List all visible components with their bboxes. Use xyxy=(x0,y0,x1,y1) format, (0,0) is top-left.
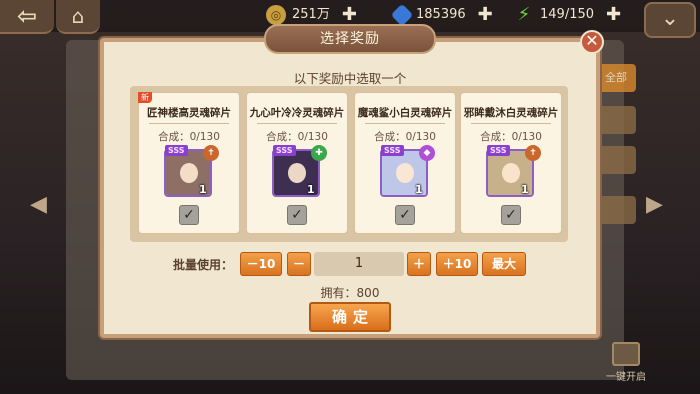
select-checkbox[interactable]: ✓ xyxy=(501,205,521,225)
energy-resource: ⚡ 149/150 ✚ xyxy=(514,4,621,26)
back-button[interactable]: ⇦ xyxy=(0,0,54,34)
diamond-icon xyxy=(390,3,414,27)
dialog-subtitle: 以下奖励中选取一个 xyxy=(293,71,407,86)
divider xyxy=(257,123,337,124)
fragment-count: 1 xyxy=(307,183,315,196)
rarity-badge: SSS xyxy=(165,145,188,156)
reward-card[interactable]: 魔魂鲨小白灵魂碎片 合成：0/130 SSS ◆ 1 ✓ xyxy=(354,92,456,234)
new-tag: 新 xyxy=(138,92,152,103)
fragment-count: 1 xyxy=(415,183,423,196)
quantity-input[interactable]: 1 xyxy=(314,252,404,276)
side-tab[interactable] xyxy=(596,196,636,224)
class-badge-icon: ◆ xyxy=(419,145,435,161)
side-tab[interactable] xyxy=(596,146,636,174)
plus-10-button[interactable]: ＋10 xyxy=(436,252,478,276)
home-icon: ⌂ xyxy=(71,4,85,28)
owned-count: 拥有：800 xyxy=(320,286,380,300)
gem-amount: 185396 xyxy=(416,7,466,22)
back-arrow-icon: ⇦ xyxy=(16,2,38,30)
card-name: 匠神楼高灵魂碎片 xyxy=(147,107,231,119)
card-progress: 合成：0/130 xyxy=(266,131,328,143)
add-gems-button[interactable]: ✚ xyxy=(478,4,493,26)
gold-coin-icon: ◎ xyxy=(266,5,286,25)
reward-card[interactable]: 新 匠神楼高灵魂碎片 合成：0/130 SSS ✝ 1 ✓ xyxy=(138,92,240,234)
confirm-button[interactable]: 确定 xyxy=(309,302,391,332)
gold-resource: ◎ 251万 ✚ xyxy=(266,4,357,26)
dialog-title: 选择奖励 xyxy=(264,24,436,54)
select-checkbox[interactable]: ✓ xyxy=(179,205,199,225)
side-tab[interactable] xyxy=(596,106,636,134)
class-badge-icon: ✝ xyxy=(203,145,219,161)
card-name: 魔魂鲨小白灵魂碎片 xyxy=(357,107,453,119)
rarity-badge: SSS xyxy=(487,145,510,156)
plus-button[interactable]: ＋ xyxy=(407,252,431,276)
energy-amount: 149/150 xyxy=(540,7,595,22)
divider xyxy=(149,123,229,124)
select-checkbox[interactable]: ✓ xyxy=(287,205,307,225)
close-icon: ✕ xyxy=(585,31,599,50)
batch-use-label: 批量使用： xyxy=(173,258,234,272)
max-button[interactable]: 最大 xyxy=(482,252,526,276)
divider xyxy=(365,123,445,124)
open-all-label: 一键开启 xyxy=(606,372,646,383)
gem-resource: 185396 ✚ xyxy=(390,3,493,27)
lightning-icon: ⚡ xyxy=(517,4,531,25)
class-badge-icon: ✚ xyxy=(311,145,327,161)
card-name: 九心叶冷冷灵魂碎片 xyxy=(249,107,345,119)
divider xyxy=(471,123,551,124)
reward-card[interactable]: 邪眸戴沐白灵魂碎片 合成：0/130 SSS ✝ 1 ✓ xyxy=(460,92,562,234)
reward-card[interactable]: 九心叶冷冷灵魂碎片 合成：0/130 SSS ✚ 1 ✓ xyxy=(246,92,348,234)
add-energy-button[interactable]: ✚ xyxy=(606,4,621,26)
rarity-badge: SSS xyxy=(381,145,404,156)
open-all-button[interactable]: 一键开启 xyxy=(604,342,648,384)
card-progress: 合成：0/130 xyxy=(374,131,436,143)
card-name: 邪眸戴沐白灵魂碎片 xyxy=(463,107,559,119)
select-checkbox[interactable]: ✓ xyxy=(395,205,415,225)
card-progress: 合成：0/130 xyxy=(158,131,220,143)
home-button[interactable]: ⌂ xyxy=(56,0,100,34)
menu-button[interactable]: ⌄ xyxy=(644,2,696,38)
rarity-badge: SSS xyxy=(273,145,296,156)
prev-page-arrow-icon[interactable]: ◀ xyxy=(30,192,47,217)
minus-button[interactable]: － xyxy=(287,252,311,276)
class-badge-icon: ✝ xyxy=(525,145,541,161)
fragment-count: 1 xyxy=(199,183,207,196)
next-page-arrow-icon[interactable]: ▶ xyxy=(646,192,663,217)
card-progress: 合成：0/130 xyxy=(480,131,542,143)
chevron-down-icon: ⌄ xyxy=(660,6,680,31)
gold-amount: 251万 xyxy=(292,7,330,22)
minus-10-button[interactable]: －10 xyxy=(240,252,282,276)
gift-box-icon xyxy=(612,342,640,366)
add-gold-button[interactable]: ✚ xyxy=(342,4,357,26)
close-button[interactable]: ✕ xyxy=(580,30,604,54)
fragment-count: 1 xyxy=(521,183,529,196)
